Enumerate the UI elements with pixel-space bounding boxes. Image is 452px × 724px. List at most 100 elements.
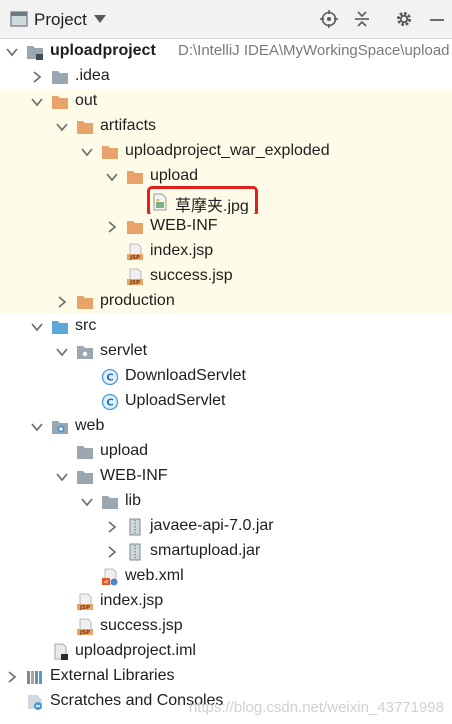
tree-node-label: out — [75, 92, 98, 109]
jar-file-icon — [126, 543, 144, 561]
svg-text:JSP: JSP — [79, 605, 90, 611]
tree-node[interactable]: web — [0, 414, 452, 439]
chevron-down-icon[interactable] — [30, 420, 44, 434]
tree-node-label: web.xml — [125, 567, 184, 584]
svg-text:C: C — [106, 398, 113, 409]
tree-node[interactable]: javaee-api-7.0.jar — [0, 514, 452, 539]
chevron-down-icon[interactable] — [80, 495, 94, 509]
folder-blue-icon — [51, 318, 69, 336]
chevron-down-icon[interactable] — [105, 170, 119, 184]
chevron-down-icon[interactable] — [30, 95, 44, 109]
chevron-right-icon[interactable] — [30, 70, 44, 84]
folder-orange-icon — [126, 218, 144, 236]
folder-orange-icon — [101, 143, 119, 161]
chevron-right-icon[interactable] — [105, 220, 119, 234]
tree-node[interactable]: artifacts — [0, 114, 452, 139]
selection-highlight-box — [147, 186, 258, 217]
tree-node-label: src — [75, 317, 97, 334]
tree-node[interactable]: JSP success.jsp — [0, 614, 452, 639]
tree-node[interactable]: External Libraries — [0, 664, 452, 689]
tree-node-label: artifacts — [100, 117, 157, 134]
tree-node[interactable]: out — [0, 89, 452, 114]
tree-node[interactable]: WEB-INF — [0, 214, 452, 239]
class-file-icon: C — [101, 393, 119, 411]
tree-node[interactable]: uploadproject_war_exploded — [0, 139, 452, 164]
chevron-right-icon[interactable] — [105, 545, 119, 559]
tree-node-label: uploadproject_war_exploded — [125, 142, 330, 159]
tree-node[interactable]: C UploadServlet — [0, 389, 452, 414]
tree-node[interactable]: src — [0, 314, 452, 339]
tree-node-label: uploadproject — [50, 42, 156, 59]
jsp-file-icon: JSP — [126, 243, 144, 261]
tree-node[interactable]: uploadproject D:\IntelliJ IDEA\MyWorkingS… — [0, 39, 452, 64]
folder-gray-icon — [76, 443, 94, 461]
project-tool-window-header: Project — [0, 0, 452, 39]
tree-node[interactable]: JSP index.jsp — [0, 589, 452, 614]
tree-node-label: lib — [125, 492, 142, 509]
iml-file-icon — [51, 643, 69, 661]
tree-node[interactable]: JSP success.jsp — [0, 264, 452, 289]
xml-file-icon: < — [101, 568, 119, 586]
chevron-down-icon[interactable] — [30, 320, 44, 334]
tree-node[interactable]: upload — [0, 439, 452, 464]
tree-node[interactable]: servlet — [0, 339, 452, 364]
tree-node[interactable]: C DownloadServlet — [0, 364, 452, 389]
tree-node[interactable]: smartupload.jar — [0, 539, 452, 564]
web-folder-icon — [51, 418, 69, 436]
tree-node-label: External Libraries — [50, 667, 175, 684]
tree-node-label: upload — [150, 167, 199, 184]
chevron-down-icon[interactable] — [5, 45, 19, 59]
tree-node-label: WEB-INF — [150, 217, 218, 234]
gear-icon[interactable] — [395, 10, 413, 28]
tree-node-label: smartupload.jar — [150, 542, 261, 559]
chevron-down-icon[interactable] — [80, 145, 94, 159]
tree-node-label: servlet — [100, 342, 148, 359]
tree-node-label: success.jsp — [150, 267, 233, 284]
tree-node-label: DownloadServlet — [125, 367, 246, 384]
svg-text:C: C — [106, 373, 113, 384]
folder-gray-icon — [51, 68, 69, 86]
svg-text:JSP: JSP — [129, 255, 140, 261]
chevron-down-icon[interactable] — [55, 470, 69, 484]
tree-node-label: index.jsp — [100, 592, 164, 609]
tree-node[interactable]: production — [0, 289, 452, 314]
jsp-file-icon: JSP — [76, 618, 94, 636]
svg-text:<: < — [104, 580, 109, 586]
tree-node-label: upload — [100, 442, 149, 459]
minimize-icon[interactable] — [428, 10, 446, 28]
tree-node[interactable]: JSP index.jsp — [0, 239, 452, 264]
tree-node-label: WEB-INF — [100, 467, 168, 484]
folder-gray-icon — [76, 468, 94, 486]
tree-node[interactable]: 草摩夹.jpg — [0, 186, 452, 217]
chevron-right-icon[interactable] — [5, 670, 19, 684]
chevron-down-icon[interactable] — [55, 120, 69, 134]
chevron-down-icon[interactable] — [93, 13, 107, 25]
tree-node[interactable]: .idea — [0, 64, 452, 89]
jar-file-icon — [126, 518, 144, 536]
chevron-right-icon[interactable] — [55, 295, 69, 309]
libraries-icon — [26, 668, 44, 686]
project-view-title[interactable]: Project — [34, 10, 87, 30]
collapse-all-icon[interactable] — [353, 10, 371, 28]
chevron-right-icon[interactable] — [105, 520, 119, 534]
tree-node-label: uploadproject.iml — [75, 642, 196, 659]
locate-target-icon[interactable] — [320, 10, 338, 28]
tree-node[interactable]: uploadproject.iml — [0, 639, 452, 664]
package-icon — [76, 343, 94, 361]
tree-node[interactable]: < web.xml — [0, 564, 452, 589]
watermark: https://blog.csdn.net/weixin_43771998 — [188, 699, 444, 716]
folder-orange-icon — [76, 118, 94, 136]
project-view-icon — [10, 11, 28, 27]
class-file-icon: C — [101, 368, 119, 386]
tree-node-label: web — [75, 417, 105, 434]
tree-node-label: production — [100, 292, 175, 309]
folder-orange-icon — [51, 93, 69, 111]
svg-text:JSP: JSP — [79, 630, 90, 636]
module-folder-icon — [26, 43, 44, 61]
scratches-icon — [26, 693, 44, 711]
tree-node[interactable]: lib — [0, 489, 452, 514]
chevron-down-icon[interactable] — [55, 345, 69, 359]
tree-node[interactable]: WEB-INF — [0, 464, 452, 489]
tree-node-label: javaee-api-7.0.jar — [150, 517, 274, 534]
module-path: D:\IntelliJ IDEA\MyWorkingSpace\upload — [178, 42, 450, 59]
